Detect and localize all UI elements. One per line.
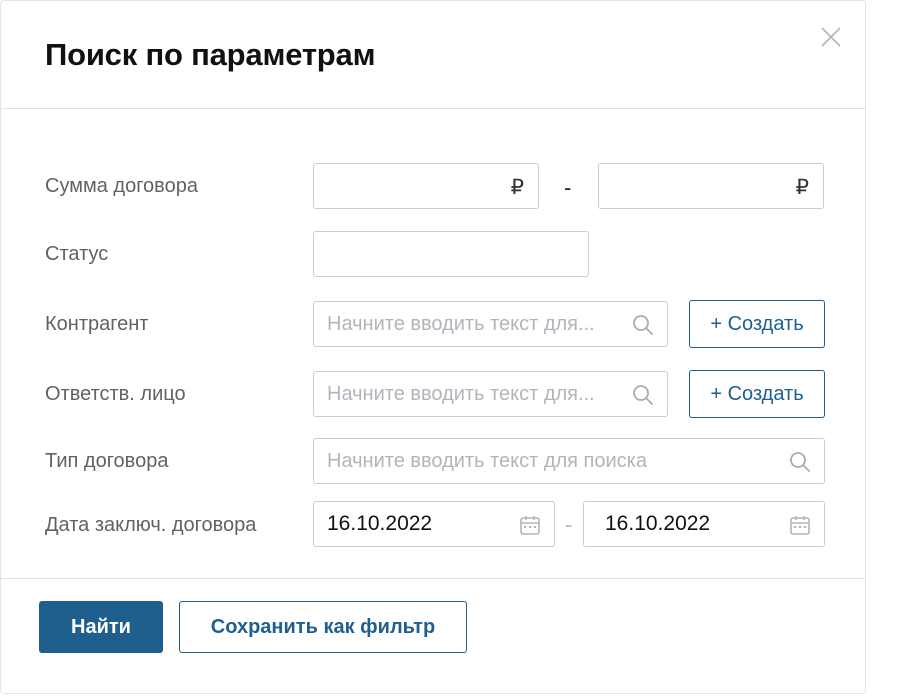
contract-type-label: Тип договора: [45, 450, 169, 472]
currency-sign: ₽: [510, 176, 524, 199]
calendar-icon[interactable]: [788, 513, 812, 537]
date-label: Дата заключ. договора: [45, 514, 257, 536]
create-responsible-button[interactable]: + Создать: [689, 370, 825, 418]
responsible-label: Ответств. лицо: [45, 383, 186, 405]
status-label: Статус: [45, 243, 109, 265]
search-icon[interactable]: [631, 383, 655, 407]
date-separator: -: [565, 512, 573, 537]
footer-divider: [1, 578, 865, 579]
contract-type-field[interactable]: [313, 438, 825, 484]
status-input[interactable]: [314, 232, 588, 276]
close-icon[interactable]: [819, 25, 843, 49]
header-divider: [1, 108, 865, 109]
date-from-field[interactable]: [313, 501, 555, 547]
responsible-field[interactable]: [313, 371, 668, 417]
responsible-input[interactable]: [314, 372, 667, 416]
currency-sign: ₽: [795, 176, 809, 199]
counterparty-field[interactable]: [313, 301, 668, 347]
amount-separator: -: [564, 175, 572, 200]
amount-to-field[interactable]: ₽: [598, 163, 824, 209]
search-icon[interactable]: [631, 313, 655, 337]
contract-type-input[interactable]: [314, 439, 824, 483]
status-field[interactable]: [313, 231, 589, 277]
amount-from-input[interactable]: [314, 164, 538, 208]
dialog-title: Поиск по параметрам: [45, 37, 376, 72]
date-to-field[interactable]: [583, 501, 825, 547]
amount-from-field[interactable]: ₽: [313, 163, 539, 209]
amount-to-input[interactable]: [599, 164, 823, 208]
search-icon[interactable]: [788, 450, 812, 474]
search-params-dialog: Поиск по параметрам Сумма договора ₽ - ₽…: [0, 0, 866, 694]
calendar-icon[interactable]: [518, 513, 542, 537]
save-filter-button[interactable]: Сохранить как фильтр: [179, 601, 467, 653]
create-counterparty-button[interactable]: + Создать: [689, 300, 825, 348]
amount-label: Сумма договора: [45, 175, 198, 197]
counterparty-input[interactable]: [314, 302, 667, 346]
search-button[interactable]: Найти: [39, 601, 163, 653]
counterparty-label: Контрагент: [45, 313, 149, 335]
